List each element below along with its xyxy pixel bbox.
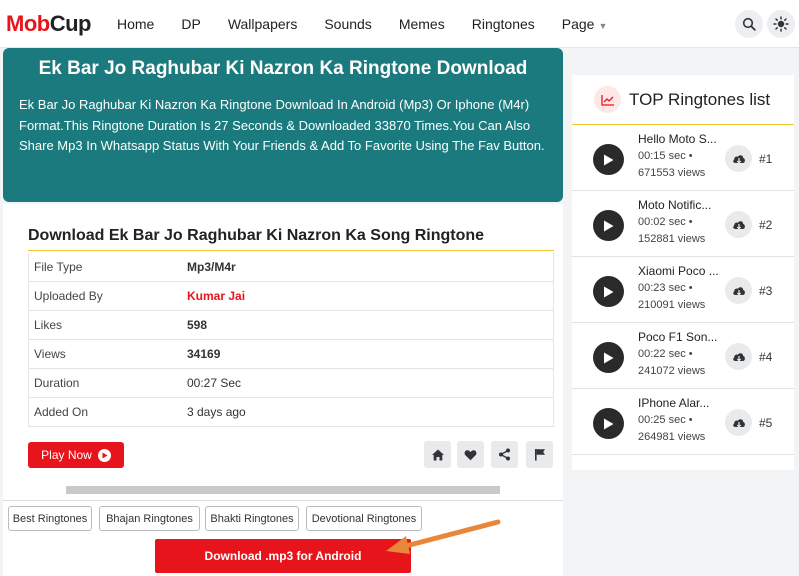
- home-icon: [431, 449, 444, 460]
- heading-underline: [28, 250, 554, 251]
- ringtone-duration: 00:15 sec •: [638, 150, 693, 162]
- rank-number: #2: [759, 218, 773, 232]
- nav-wallpapers[interactable]: Wallpapers: [228, 16, 298, 32]
- report-button[interactable]: [526, 441, 553, 468]
- rank-number: #1: [759, 152, 773, 166]
- row-label: Added On: [34, 405, 89, 419]
- row-label: Likes: [34, 318, 63, 332]
- ringtone-views: 210091 views: [638, 299, 706, 311]
- ringtone-name[interactable]: Moto Notific...: [638, 198, 711, 212]
- download-icon[interactable]: [725, 145, 752, 172]
- top-ringtones-sidebar: TOP Ringtones list Hello Moto S... 00:15…: [572, 75, 794, 470]
- hero-banner: Ek Bar Jo Raghubar Ki Nazron Ka Ringtone…: [3, 48, 563, 202]
- ringtone-name[interactable]: Poco F1 Son...: [638, 330, 717, 344]
- uploader-link[interactable]: Kumar Jai: [187, 289, 245, 303]
- ringtone-name[interactable]: IPhone Alar...: [638, 396, 709, 410]
- row-value: Mp3/M4r: [187, 260, 236, 274]
- list-item[interactable]: Hello Moto S... 00:15 sec • 671553 views…: [572, 125, 794, 191]
- download-icon[interactable]: [725, 211, 752, 238]
- play-icon[interactable]: [593, 342, 624, 373]
- row-value: 3 days ago: [187, 405, 246, 419]
- list-item[interactable]: Moto Notific... 00:02 sec • 152881 views…: [572, 191, 794, 257]
- play-now-label: Play Now: [41, 448, 92, 462]
- search-button[interactable]: [735, 10, 763, 38]
- ringtone-views: 671553 views: [638, 167, 706, 179]
- tag-bhakti-ringtones[interactable]: Bhakti Ringtones: [205, 506, 299, 531]
- audio-progress-bar[interactable]: [66, 486, 500, 494]
- play-icon[interactable]: [593, 210, 624, 241]
- table-row: Duration 00:27 Sec: [28, 369, 554, 398]
- row-value: 34169: [187, 347, 221, 361]
- nav-memes[interactable]: Memes: [399, 16, 445, 32]
- ringtone-duration: 00:02 sec •: [638, 216, 693, 228]
- download-icon[interactable]: [725, 277, 752, 304]
- logo-part-cup: Cup: [49, 11, 92, 36]
- main-nav: Home DP Wallpapers Sounds Memes Ringtone…: [117, 0, 634, 48]
- search-icon: [742, 17, 756, 31]
- ringtone-duration: 00:22 sec •: [638, 348, 693, 360]
- nav-dp[interactable]: DP: [181, 16, 200, 32]
- row-label: Uploaded By: [34, 289, 103, 303]
- sidebar-header: TOP Ringtones list: [572, 75, 794, 125]
- flag-icon: [534, 449, 545, 461]
- nav-sounds[interactable]: Sounds: [324, 16, 371, 32]
- row-label: Views: [34, 347, 66, 361]
- rank-number: #5: [759, 416, 773, 430]
- favorite-button[interactable]: [457, 441, 484, 468]
- home-button[interactable]: [424, 441, 451, 468]
- ringtone-views: 241072 views: [638, 365, 706, 377]
- nav-page-dropdown[interactable]: Page ▼: [562, 16, 608, 32]
- details-heading: Download Ek Bar Jo Raghubar Ki Nazron Ka…: [28, 227, 485, 244]
- play-now-button[interactable]: Play Now: [28, 442, 124, 468]
- nav-ringtones[interactable]: Ringtones: [472, 16, 535, 32]
- table-row: Views 34169: [28, 340, 554, 369]
- download-mp3-button[interactable]: Download .mp3 for Android: [155, 539, 411, 573]
- row-value: 00:27 Sec: [187, 376, 242, 390]
- share-button[interactable]: [491, 441, 518, 468]
- top-navbar: MobCup Home DP Wallpapers Sounds Memes R…: [0, 0, 799, 48]
- nav-page-label: Page: [561, 16, 595, 32]
- list-item[interactable]: Poco F1 Son... 00:22 sec • 241072 views …: [572, 323, 794, 389]
- ringtone-name[interactable]: Hello Moto S...: [638, 132, 717, 146]
- list-item[interactable]: Xiaomi Poco ... 00:23 sec • 210091 views…: [572, 257, 794, 323]
- download-icon[interactable]: [725, 343, 752, 370]
- logo[interactable]: MobCup: [6, 11, 91, 37]
- share-icon: [499, 448, 510, 461]
- trend-icon: [594, 86, 621, 113]
- chevron-down-icon: ▼: [598, 21, 608, 31]
- theme-toggle-button[interactable]: [767, 10, 795, 38]
- details-table: File Type Mp3/M4r Uploaded By Kumar Jai Li…: [28, 253, 554, 427]
- pointer-arrow-icon: [386, 519, 501, 554]
- nav-home[interactable]: Home: [117, 16, 154, 32]
- hero-description: Ek Bar Jo Raghubar Ki Nazron Ka Ringtone…: [19, 97, 545, 153]
- page-title: Ek Bar Jo Raghubar Ki Nazron Ka Ringtone…: [38, 58, 528, 79]
- theme-toggle-icon: [773, 16, 789, 32]
- heart-icon: [464, 449, 477, 460]
- ringtone-duration: 00:25 sec •: [638, 414, 693, 426]
- play-icon: [97, 448, 111, 462]
- table-row: File Type Mp3/M4r: [28, 253, 554, 282]
- list-item[interactable]: IPhone Alar... 00:25 sec • 264981 views …: [572, 389, 794, 455]
- ringtone-views: 264981 views: [638, 431, 706, 443]
- rank-number: #3: [759, 284, 773, 298]
- sidebar-title: TOP Ringtones list: [629, 89, 771, 109]
- table-row: Uploaded By Kumar Jai: [28, 282, 554, 311]
- table-row: Likes 598: [28, 311, 554, 340]
- play-icon[interactable]: [593, 276, 624, 307]
- logo-part-mob: Mob: [6, 11, 50, 36]
- download-icon[interactable]: [725, 409, 752, 436]
- row-label: File Type: [34, 260, 83, 274]
- row-value: 598: [187, 318, 208, 332]
- play-icon[interactable]: [593, 408, 624, 439]
- tag-best-ringtones[interactable]: Best Ringtones: [8, 506, 92, 531]
- row-label: Duration: [34, 376, 80, 390]
- ringtone-duration: 00:23 sec •: [638, 282, 693, 294]
- ringtone-details-card: Download Ek Bar Jo Raghubar Ki Nazron Ka…: [3, 204, 563, 500]
- play-icon[interactable]: [593, 144, 624, 175]
- rank-number: #4: [759, 350, 773, 364]
- ringtone-views: 152881 views: [638, 233, 706, 245]
- tag-bhajan-ringtones[interactable]: Bhajan Ringtones: [99, 506, 200, 531]
- table-row: Added On 3 days ago: [28, 398, 554, 427]
- ringtone-name[interactable]: Xiaomi Poco ...: [638, 264, 719, 278]
